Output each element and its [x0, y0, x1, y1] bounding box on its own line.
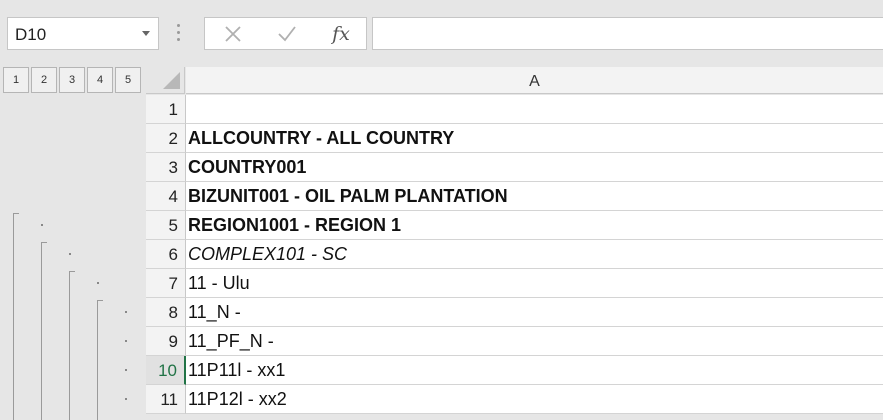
row-header[interactable]: 3	[146, 153, 186, 182]
formula-bar: D10 fx	[0, 0, 883, 66]
table-row: 1	[146, 95, 883, 124]
outline-dot	[97, 282, 99, 284]
outline-bracket-level-3[interactable]	[69, 271, 70, 420]
table-row: 5 REGION1001 - REGION 1	[146, 211, 883, 240]
outline-level-4-button[interactable]: 4	[87, 67, 113, 93]
table-row: 7 11 - Ulu	[146, 269, 883, 298]
insert-function-button[interactable]: fx	[321, 18, 361, 49]
outline-bracket-level-4[interactable]	[97, 300, 98, 420]
table-row: 8 11_N -	[146, 298, 883, 327]
formula-input[interactable]	[372, 17, 883, 50]
outline-level-1-button[interactable]: 1	[3, 67, 29, 93]
cell-a7[interactable]: 11 - Ulu	[186, 269, 883, 298]
outline-bracket-area	[0, 95, 146, 420]
row-header[interactable]: 1	[146, 95, 186, 124]
cell-a4[interactable]: BIZUNIT001 - OIL PALM PLANTATION	[186, 182, 883, 211]
row-header-active[interactable]: 10	[146, 356, 186, 385]
row-header[interactable]: 2	[146, 124, 186, 153]
cell-a10[interactable]: 11P11l - xx1	[186, 356, 883, 385]
formula-bar-grip[interactable]	[177, 24, 181, 44]
outline-dot	[125, 340, 127, 342]
outline-bracket-hook	[13, 213, 19, 214]
outline-level-2-button[interactable]: 2	[31, 67, 57, 93]
name-box[interactable]: D10	[7, 17, 159, 50]
cell-a2[interactable]: ALLCOUNTRY - ALL COUNTRY	[186, 124, 883, 153]
outline-dot	[69, 253, 71, 255]
outline-bracket-level-2[interactable]	[41, 242, 42, 420]
outline-dot	[125, 369, 127, 371]
table-row: 11 11P12l - xx2	[146, 385, 883, 414]
row-header[interactable]: 4	[146, 182, 186, 211]
select-all-button[interactable]	[146, 67, 185, 94]
outline-bracket-hook	[41, 242, 47, 243]
column-header-label: A	[529, 73, 540, 90]
table-row: 10 11P11l - xx1	[146, 356, 883, 385]
outline-level-buttons: 1 2 3 4 5	[3, 67, 143, 94]
row-header[interactable]: 9	[146, 327, 186, 356]
cell-a9[interactable]: 11_PF_N -	[186, 327, 883, 356]
cell-a6[interactable]: COMPLEX101 - SC	[186, 240, 883, 269]
name-box-value: D10	[15, 25, 47, 44]
table-row: 4 BIZUNIT001 - OIL PALM PLANTATION	[146, 182, 883, 211]
outline-bracket-level-1[interactable]	[13, 213, 14, 420]
cell-a11[interactable]: 11P12l - xx2	[186, 385, 883, 414]
row-header[interactable]: 5	[146, 211, 186, 240]
row-header[interactable]: 8	[146, 298, 186, 327]
row-header[interactable]: 6	[146, 240, 186, 269]
column-header-a[interactable]: A	[186, 67, 883, 94]
table-row: 3 COUNTRY001	[146, 153, 883, 182]
outline-bracket-hook	[97, 300, 103, 301]
cell-a8[interactable]: 11_N -	[186, 298, 883, 327]
cell-a1[interactable]	[186, 95, 883, 124]
table-row: 6 COMPLEX101 - SC	[146, 240, 883, 269]
outline-level-5-button[interactable]: 5	[115, 67, 141, 93]
chevron-down-icon[interactable]	[142, 31, 150, 36]
enter-check-icon[interactable]	[267, 18, 307, 49]
table-row: 2 ALLCOUNTRY - ALL COUNTRY	[146, 124, 883, 153]
cell-a3[interactable]: COUNTRY001	[186, 153, 883, 182]
cancel-icon[interactable]	[213, 18, 253, 49]
formula-bar-buttons: fx	[204, 17, 367, 50]
row-header[interactable]: 11	[146, 385, 186, 414]
outline-dot	[125, 398, 127, 400]
outline-dot	[41, 224, 43, 226]
row-header[interactable]: 7	[146, 269, 186, 298]
outline-bracket-hook	[69, 271, 75, 272]
cell-a5[interactable]: REGION1001 - REGION 1	[186, 211, 883, 240]
sheet-grid: 1 2 ALLCOUNTRY - ALL COUNTRY 3 COUNTRY00…	[146, 95, 883, 414]
table-row: 9 11_PF_N -	[146, 327, 883, 356]
outline-level-3-button[interactable]: 3	[59, 67, 85, 93]
outline-dot	[125, 311, 127, 313]
